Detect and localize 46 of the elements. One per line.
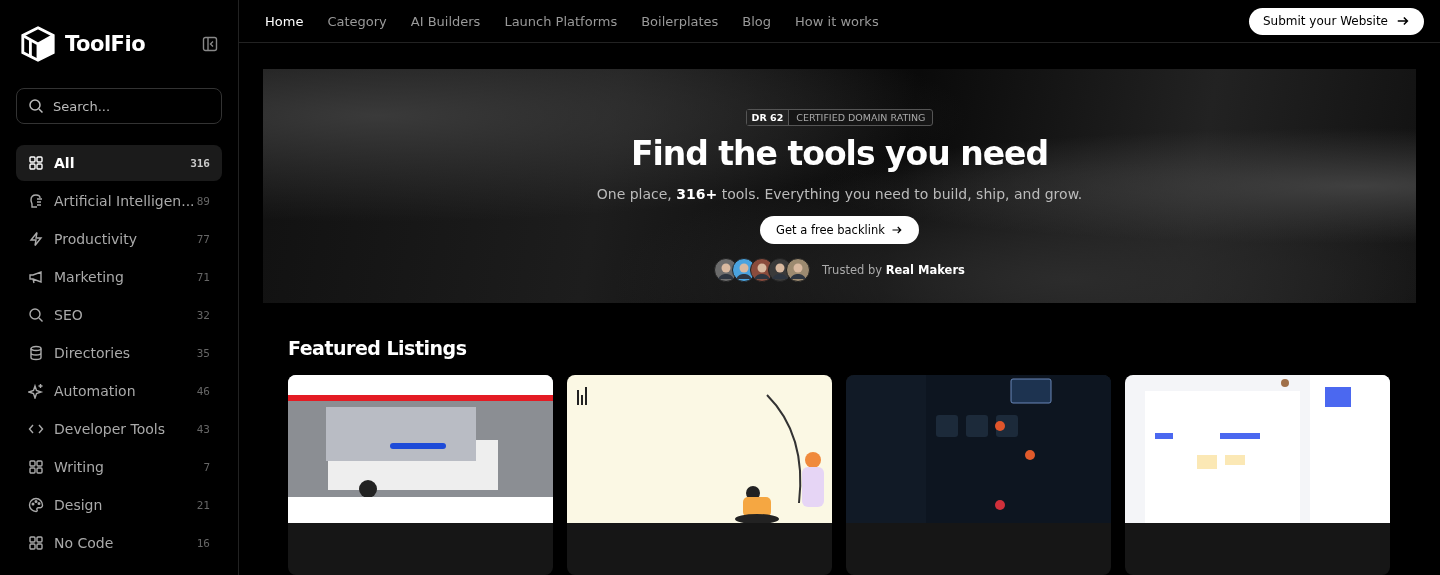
category-item[interactable]: All 316 xyxy=(16,145,222,181)
avatar-icon xyxy=(786,258,811,282)
category-item[interactable]: Marketing 71 xyxy=(16,259,222,295)
lightning-icon xyxy=(28,231,44,247)
nav-link[interactable]: Boilerplates xyxy=(641,13,719,29)
section-title: Featured Listings xyxy=(288,337,468,359)
search-field[interactable]: Search... xyxy=(16,88,222,124)
category-item[interactable]: SEO 32 xyxy=(16,297,222,333)
sidebar-collapse-icon[interactable] xyxy=(202,36,218,52)
nav-link[interactable]: How it works xyxy=(795,13,879,29)
submit-website-button[interactable]: Submit your Website xyxy=(1249,7,1424,35)
grid-icon xyxy=(28,155,44,171)
database-icon xyxy=(28,345,44,361)
palette-icon xyxy=(28,497,44,513)
listing-card[interactable] xyxy=(288,375,553,575)
search-icon xyxy=(28,98,44,114)
backlink-button[interactable]: Get a free backlink xyxy=(760,216,919,244)
nav-link[interactable]: AI Builders xyxy=(410,13,481,29)
rating-badge: DR 62 CERTIFIED DOMAIN RATING xyxy=(745,109,934,126)
category-item[interactable]: Design 21 xyxy=(16,487,222,523)
trusted-text: Trusted by Real Makers xyxy=(822,263,965,277)
nav-link[interactable]: Launch Platforms xyxy=(504,13,618,29)
search-icon xyxy=(28,307,44,323)
category-item[interactable]: Developer Tools 43 xyxy=(16,411,222,447)
nav-link[interactable]: Blog xyxy=(742,13,772,29)
category-item[interactable]: Directories 35 xyxy=(16,335,222,371)
cube-logo-icon xyxy=(19,25,57,63)
arrow-right-icon xyxy=(1396,14,1410,28)
hero-subtitle: One place, 316+ tools. Everything you need to build, ship, and grow. xyxy=(596,186,1083,202)
grid-icon xyxy=(28,459,44,475)
grid-icon xyxy=(28,535,44,551)
nav-link[interactable]: Category xyxy=(327,13,387,29)
hero-title: Find the tools you need xyxy=(630,134,1049,173)
brain-icon xyxy=(28,193,44,209)
category-item[interactable]: No Code 16 xyxy=(16,525,222,561)
listing-card[interactable] xyxy=(567,375,832,575)
brand-name: ToolFio xyxy=(65,32,147,56)
category-item[interactable]: Automation 46 xyxy=(16,373,222,409)
megaphone-icon xyxy=(28,269,44,285)
category-item[interactable]: Artificial Intelligen...89 xyxy=(16,183,222,219)
listing-card[interactable] xyxy=(1125,375,1390,575)
category-item[interactable]: Writing 7 xyxy=(16,449,222,485)
arrow-right-icon xyxy=(890,224,903,236)
category-item[interactable]: Productivity 77 xyxy=(16,221,222,257)
sparkle-icon xyxy=(28,383,44,399)
nav-link[interactable]: Home xyxy=(265,13,304,29)
